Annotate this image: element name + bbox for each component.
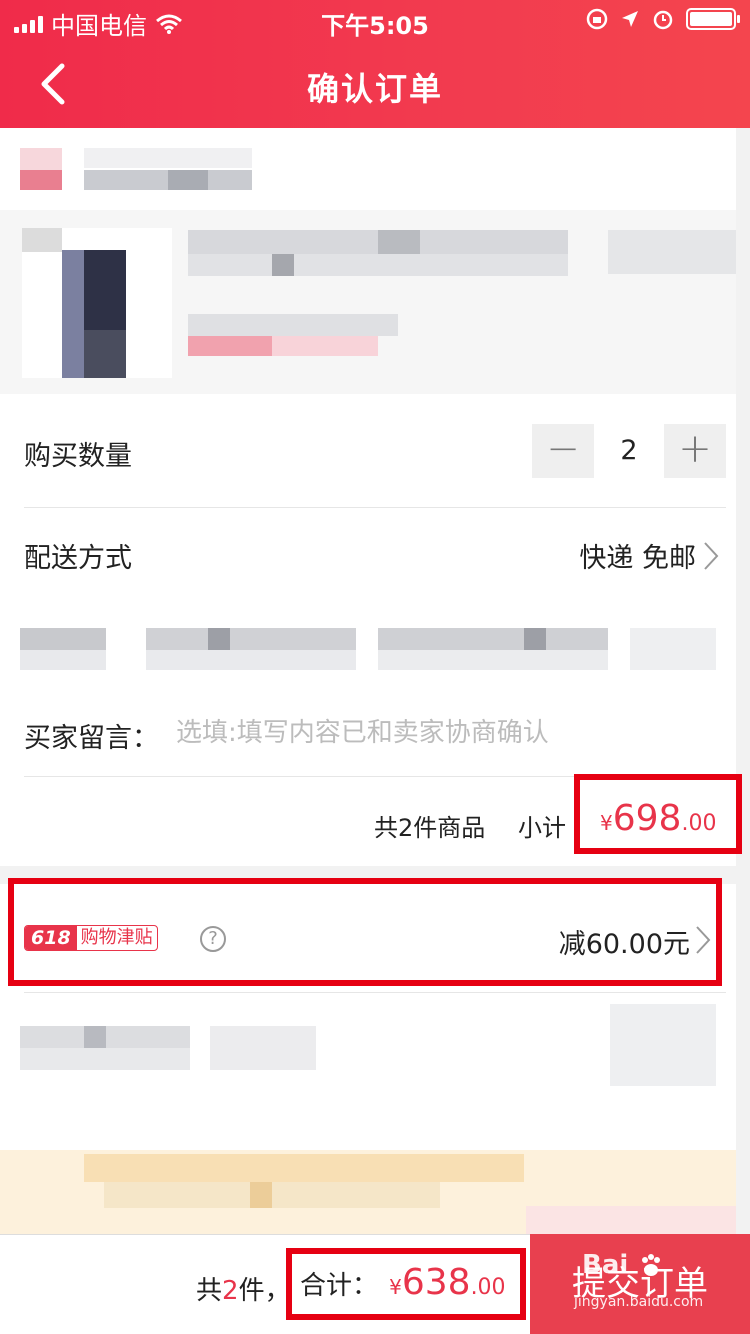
status-bar: 中国电信 下午5:05	[0, 0, 750, 42]
item-count-text: 共2件商品	[374, 814, 486, 842]
paw-icon	[642, 1253, 661, 1276]
decrement-button[interactable]: −	[532, 424, 594, 478]
subsidy-highlight-box	[8, 878, 722, 986]
footer-count: 共2件，	[196, 1270, 291, 1307]
footer-count-suffix: 件，	[238, 1276, 291, 1306]
battery-icon	[686, 8, 740, 30]
promo-row-pixelated	[20, 1004, 716, 1086]
watermark-brand-text: Bai	[582, 1250, 629, 1280]
footer-count-prefix: 共	[196, 1276, 223, 1306]
alarm-icon	[653, 10, 673, 30]
shop-name-pixelated	[20, 148, 252, 192]
message-label: 买家留言：	[24, 723, 159, 754]
increment-button[interactable]: +	[664, 424, 726, 478]
watermark-domain: jingyan.baidu.com	[574, 1294, 704, 1310]
shipping-label: 配送方式	[24, 543, 132, 574]
address-row-pixelated	[20, 598, 716, 686]
status-right	[586, 8, 740, 30]
total-highlight-box	[286, 1248, 526, 1320]
top-bar: 中国电信 下午5:05 确认订单	[0, 0, 750, 128]
divider	[24, 992, 726, 993]
rotation-lock-icon	[586, 8, 608, 30]
chevron-right-icon	[704, 542, 719, 570]
promo-banner-pixelated	[0, 1150, 736, 1234]
subtotal-price: ¥698.00	[600, 798, 730, 839]
subtotal-amount: 698	[612, 798, 682, 839]
footer-count-number: 2	[222, 1276, 239, 1306]
shipping-value: 快递 免邮	[579, 543, 696, 574]
message-input[interactable]	[176, 710, 716, 756]
subtotal-decimals: .00	[681, 811, 717, 836]
page-title: 确认订单	[306, 70, 443, 108]
baidu-watermark: Bai jingyan.baidu.com	[574, 1250, 734, 1320]
shipping-option[interactable]: 快递 免邮	[540, 534, 726, 578]
subtotal-label: 小计	[518, 814, 566, 842]
divider	[24, 507, 726, 508]
subtotal-currency: ¥	[600, 811, 613, 835]
quantity-label: 购买数量	[24, 441, 132, 472]
product-row-pixelated	[0, 210, 736, 394]
quantity-value[interactable]: 2	[594, 424, 664, 478]
quantity-stepper[interactable]: − 2 +	[532, 424, 726, 478]
watermark-brand: Bai	[582, 1250, 665, 1280]
location-icon	[622, 11, 638, 27]
